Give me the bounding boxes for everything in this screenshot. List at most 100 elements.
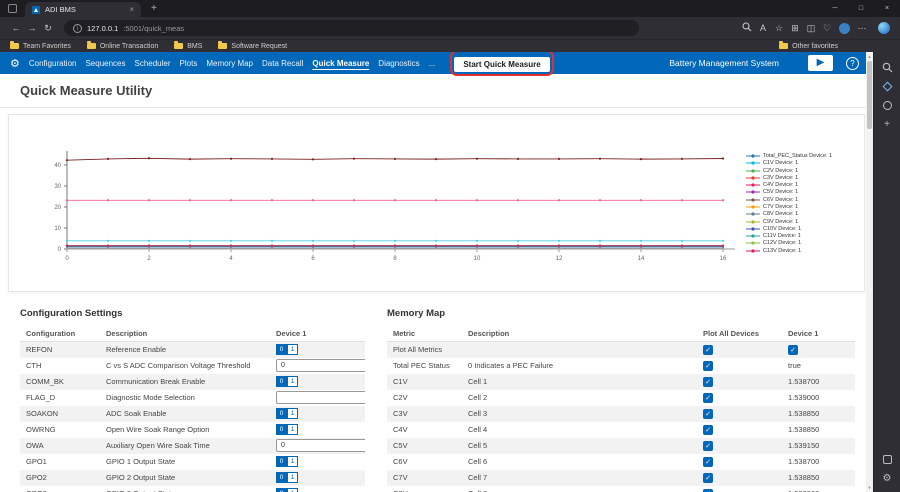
browser-tab[interactable]: ADI BMS ×: [25, 2, 141, 17]
minimize-button[interactable]: ─: [822, 0, 848, 17]
favorites-bar-item[interactable]: Team Favorites: [10, 43, 71, 50]
more-menu-icon[interactable]: ⋯: [854, 23, 870, 34]
legend-item[interactable]: C2V Device: 1: [746, 168, 864, 174]
profile-avatar[interactable]: [839, 23, 850, 34]
help-icon[interactable]: ?: [846, 57, 859, 70]
favorites-bar-item[interactable]: BMS: [174, 43, 202, 50]
select-value: 0: [281, 442, 285, 449]
discover-icon[interactable]: [883, 100, 892, 111]
nav-item-data-recall[interactable]: Data Recall: [262, 59, 303, 68]
plot-all-cell: ✓: [697, 438, 782, 454]
toggle-option-1[interactable]: 1: [287, 424, 298, 435]
split-screen-icon[interactable]: ◫: [803, 23, 819, 34]
device1-cell: ✓: [782, 342, 855, 358]
zoom-icon[interactable]: [739, 22, 755, 34]
nav-item-quick-measure[interactable]: Quick Measure: [312, 59, 369, 68]
device1-checkbox[interactable]: ✓: [788, 345, 798, 355]
start-quick-measure-button[interactable]: Start Quick Measure: [454, 57, 549, 72]
plot-all-checkbox[interactable]: ✓: [703, 473, 713, 483]
copilot-icon[interactable]: [878, 22, 890, 34]
toggle-option-0[interactable]: 0: [276, 488, 287, 492]
plot-all-checkbox[interactable]: ✓: [703, 409, 713, 419]
nav-item-sequences[interactable]: Sequences: [85, 59, 125, 68]
toggle-option-0[interactable]: 0: [276, 472, 287, 483]
favorites-star-icon[interactable]: ☆: [771, 23, 787, 34]
plot-all-checkbox[interactable]: ✓: [703, 377, 713, 387]
legend-item[interactable]: Total_PEC_Status Device: 1: [746, 153, 864, 159]
nav-item-diagnostics[interactable]: Diagnostics: [378, 59, 419, 68]
settings-gear-icon[interactable]: ⚙: [883, 473, 892, 484]
toggle-option-1[interactable]: 1: [287, 488, 298, 492]
run-button[interactable]: ▶: [808, 55, 833, 71]
back-icon[interactable]: ←: [8, 23, 24, 33]
search-icon[interactable]: [882, 62, 893, 73]
forward-icon[interactable]: →: [24, 23, 40, 33]
scroll-down-icon[interactable]: ▼: [868, 483, 872, 492]
toggle-option-1[interactable]: 1: [287, 376, 298, 387]
legend-item[interactable]: C12V Device: 1: [746, 241, 864, 247]
nav-item-memory-map[interactable]: Memory Map: [206, 59, 253, 68]
select-cth[interactable]: 0▾: [276, 359, 365, 372]
add-sidebar-icon[interactable]: +: [884, 119, 890, 130]
tab-actions-icon[interactable]: [8, 4, 17, 13]
toggle-option-0[interactable]: 0: [276, 456, 287, 467]
toggle-option-1[interactable]: 1: [287, 472, 298, 483]
toggle-option-0[interactable]: 0: [276, 424, 287, 435]
legend-item[interactable]: C7V Device: 1: [746, 204, 864, 210]
legend-item[interactable]: C10V Device: 1: [746, 226, 864, 232]
toggle-option-1[interactable]: 1: [287, 344, 298, 355]
plot-all-checkbox[interactable]: ✓: [703, 489, 713, 492]
toggle-option-0[interactable]: 0: [276, 344, 287, 355]
legend-item[interactable]: C5V Device: 1: [746, 189, 864, 195]
address-bar[interactable]: i 127.0.0.1:5001/quick_meas: [64, 20, 639, 36]
favorites-bar-item[interactable]: Online Transaction: [87, 43, 158, 50]
plot-all-checkbox[interactable]: ✓: [703, 425, 713, 435]
plot-all-checkbox[interactable]: ✓: [703, 393, 713, 403]
plot-all-checkbox[interactable]: ✓: [703, 457, 713, 467]
legend-item[interactable]: C11V Device: 1: [746, 233, 864, 239]
legend-item[interactable]: C13V Device: 1: [746, 248, 864, 254]
legend-item[interactable]: C4V Device: 1: [746, 182, 864, 188]
nav-item-configuration[interactable]: Configuration: [29, 59, 77, 68]
browser-essentials-icon[interactable]: ♡: [819, 23, 835, 34]
plot-all-checkbox[interactable]: ✓: [703, 345, 713, 355]
tab-close-icon[interactable]: ×: [129, 5, 134, 14]
nav-item-plots[interactable]: Plots: [180, 59, 198, 68]
gear-icon[interactable]: ⚙: [10, 57, 20, 70]
legend-item[interactable]: C8V Device: 1: [746, 211, 864, 217]
config-desc: ADC Soak Enable: [100, 406, 270, 422]
new-tab-button[interactable]: +: [151, 3, 157, 14]
collections-icon[interactable]: ⊞: [787, 23, 803, 34]
nav-item-more[interactable]: ...: [429, 59, 436, 68]
read-aloud-icon[interactable]: A: [755, 23, 771, 33]
config-desc: Diagnostic Mode Selection: [100, 390, 270, 406]
toggle-option-1[interactable]: 1: [287, 408, 298, 419]
legend-marker: [746, 219, 760, 225]
scroll-up-icon[interactable]: ▲: [868, 52, 872, 61]
select-owa[interactable]: 0▾: [276, 439, 365, 452]
legend-item[interactable]: C6V Device: 1: [746, 197, 864, 203]
close-button[interactable]: ×: [874, 0, 900, 17]
favorites-label: Software Request: [231, 43, 287, 50]
legend-item[interactable]: C3V Device: 1: [746, 175, 864, 181]
legend-item[interactable]: C1V Device: 1: [746, 160, 864, 166]
legend-label: C2V Device: 1: [763, 168, 798, 174]
nav-item-scheduler[interactable]: Scheduler: [135, 59, 171, 68]
tools-icon[interactable]: [883, 454, 892, 465]
folder-icon: [10, 43, 19, 49]
toggle-option-0[interactable]: 0: [276, 408, 287, 419]
favorites-bar-item[interactable]: Software Request: [218, 43, 287, 50]
page-scrollbar[interactable]: ▲ ▼: [866, 52, 873, 492]
maximize-button[interactable]: □: [848, 0, 874, 17]
legend-item[interactable]: C9V Device: 1: [746, 219, 864, 225]
toggle-option-1[interactable]: 1: [287, 456, 298, 467]
site-info-icon[interactable]: i: [73, 24, 82, 33]
plot-all-checkbox[interactable]: ✓: [703, 361, 713, 371]
toggle-option-0[interactable]: 0: [276, 376, 287, 387]
plot-all-checkbox[interactable]: ✓: [703, 441, 713, 451]
refresh-icon[interactable]: ↻: [40, 23, 56, 34]
other-favorites[interactable]: Other favorites: [779, 43, 838, 50]
input-flag-d[interactable]: [276, 391, 365, 404]
scrollbar-thumb[interactable]: [867, 61, 872, 129]
shopping-icon[interactable]: [884, 81, 891, 92]
